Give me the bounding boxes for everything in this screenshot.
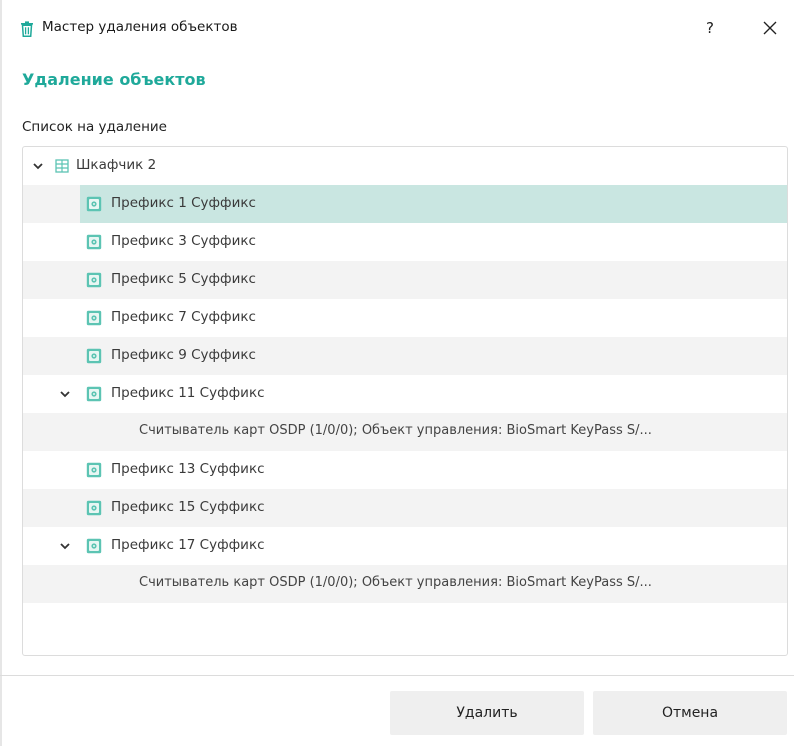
- locker-device-icon: [86, 386, 102, 402]
- tree-node-label: Префикс 1 Суффикс: [111, 195, 256, 211]
- tree-row-item[interactable]: Префикс 15 Суффикс: [23, 489, 787, 527]
- window-border: [0, 0, 2, 746]
- cabinet-grid-icon: [55, 159, 69, 173]
- page-title: Удаление объектов: [22, 70, 206, 89]
- locker-device-icon: [86, 310, 102, 326]
- trash-icon: [21, 21, 33, 37]
- tree-node-label: Шкафчик 2: [76, 157, 157, 173]
- tree-node-label: Префикс 9 Суффикс: [111, 347, 256, 363]
- chevron-down-icon[interactable]: [59, 540, 71, 552]
- tree-node-label: Префикс 17 Суффикс: [111, 537, 265, 553]
- tree-row-item[interactable]: Префикс 7 Суффикс: [23, 299, 787, 337]
- tree-row-item[interactable]: Префикс 9 Суффикс: [23, 337, 787, 375]
- footer-divider: [0, 675, 794, 676]
- locker-device-icon: [86, 462, 102, 478]
- tree-row-child[interactable]: Считыватель карт OSDP (1/0/0); Объект уп…: [23, 565, 787, 603]
- tree-row-item[interactable]: Префикс 17 Суффикс: [23, 527, 787, 565]
- help-button[interactable]: ?: [696, 14, 724, 42]
- tree-row-item[interactable]: Префикс 3 Суффикс: [23, 223, 787, 261]
- tree-row-item[interactable]: Префикс 5 Суффикс: [23, 261, 787, 299]
- locker-device-icon: [86, 500, 102, 516]
- locker-device-icon: [86, 348, 102, 364]
- cancel-button[interactable]: Отмена: [593, 691, 787, 735]
- tree-node-label: Префикс 11 Суффикс: [111, 385, 265, 401]
- delete-wizard-window: Мастер удаления объектов ? Удаление объе…: [0, 0, 794, 746]
- tree-row-item[interactable]: Префикс 11 Суффикс: [23, 375, 787, 413]
- locker-device-icon: [86, 538, 102, 554]
- tree-row-child[interactable]: Считыватель карт OSDP (1/0/0); Объект уп…: [23, 413, 787, 451]
- locker-device-icon: [86, 234, 102, 250]
- tree-node-label: Считыватель карт OSDP (1/0/0); Объект уп…: [139, 423, 652, 438]
- tree-row-item[interactable]: Префикс 13 Суффикс: [23, 451, 787, 489]
- tree-row-root[interactable]: Шкафчик 2: [23, 147, 787, 185]
- tree-node-label: Префикс 15 Суффикс: [111, 499, 265, 515]
- chevron-down-icon[interactable]: [59, 388, 71, 400]
- tree-node-label: Префикс 13 Суффикс: [111, 461, 265, 477]
- tree-node-label: Префикс 5 Суффикс: [111, 271, 256, 287]
- title-bar: Мастер удаления объектов ?: [0, 0, 794, 56]
- help-label: ?: [706, 19, 714, 37]
- locker-device-icon: [86, 196, 102, 212]
- window-title: Мастер удаления объектов: [42, 19, 238, 35]
- delete-list-tree[interactable]: Шкафчик 2 Префикс 1 Суффикс Префикс 3 Су…: [22, 146, 788, 656]
- tree-row-item[interactable]: Префикс 1 Суффикс: [23, 185, 787, 223]
- delete-button[interactable]: Удалить: [390, 691, 584, 735]
- tree-node-label: Префикс 7 Суффикс: [111, 309, 256, 325]
- locker-device-icon: [86, 272, 102, 288]
- tree-node-label: Префикс 3 Суффикс: [111, 233, 256, 249]
- tree-node-label: Считыватель карт OSDP (1/0/0); Объект уп…: [139, 575, 652, 590]
- list-label: Список на удаление: [22, 119, 167, 135]
- close-icon[interactable]: [756, 14, 784, 42]
- chevron-down-icon[interactable]: [32, 160, 44, 172]
